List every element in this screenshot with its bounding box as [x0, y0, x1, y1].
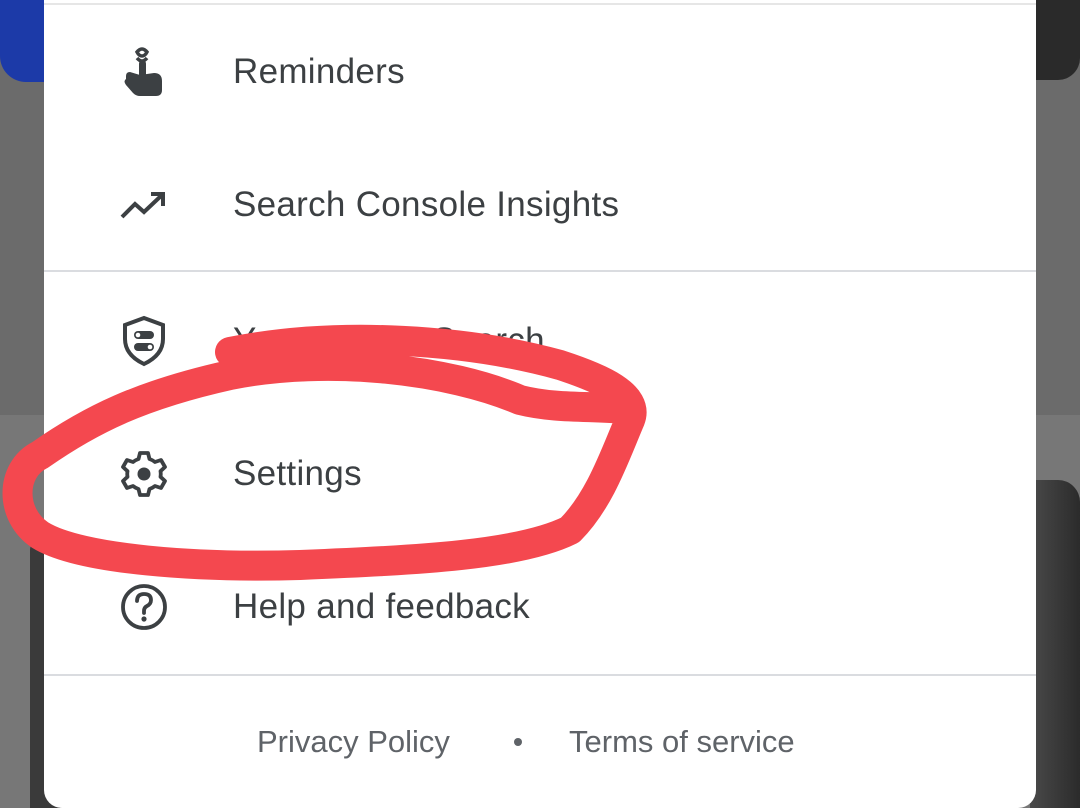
sheet-top-divider — [44, 3, 1036, 5]
footer-divider — [44, 674, 1036, 676]
terms-of-service-link[interactable]: Terms of service — [569, 724, 795, 760]
reminder-finger-icon — [118, 46, 170, 98]
privacy-policy-link[interactable]: Privacy Policy — [257, 724, 450, 760]
menu-item-reminders[interactable]: Reminders — [44, 6, 1036, 138]
menu-item-label: Reminders — [233, 52, 405, 91]
menu-item-label: Search Console Insights — [233, 185, 620, 224]
help-circle-icon — [118, 581, 170, 633]
menu-item-label: Help and feedback — [233, 587, 530, 626]
menu-item-label: Your data in Search — [233, 321, 545, 360]
menu-item-help-and-feedback[interactable]: Help and feedback — [44, 541, 1036, 673]
account-menu-sheet: Reminders Search Console Insights Your d… — [44, 0, 1036, 808]
menu-footer: Privacy Policy Terms of service — [44, 700, 1036, 790]
menu-item-settings[interactable]: Settings — [44, 408, 1036, 540]
menu-item-your-data-in-search[interactable]: Your data in Search — [44, 275, 1036, 407]
menu-item-search-console-insights[interactable]: Search Console Insights — [44, 139, 1036, 271]
trending-up-icon — [118, 179, 170, 231]
shield-toggle-icon — [118, 315, 170, 367]
gear-icon — [118, 448, 170, 500]
menu-divider — [44, 270, 1036, 272]
footer-separator-dot — [514, 738, 522, 746]
background-photo-right — [1030, 480, 1080, 808]
menu-item-label: Settings — [233, 454, 362, 493]
